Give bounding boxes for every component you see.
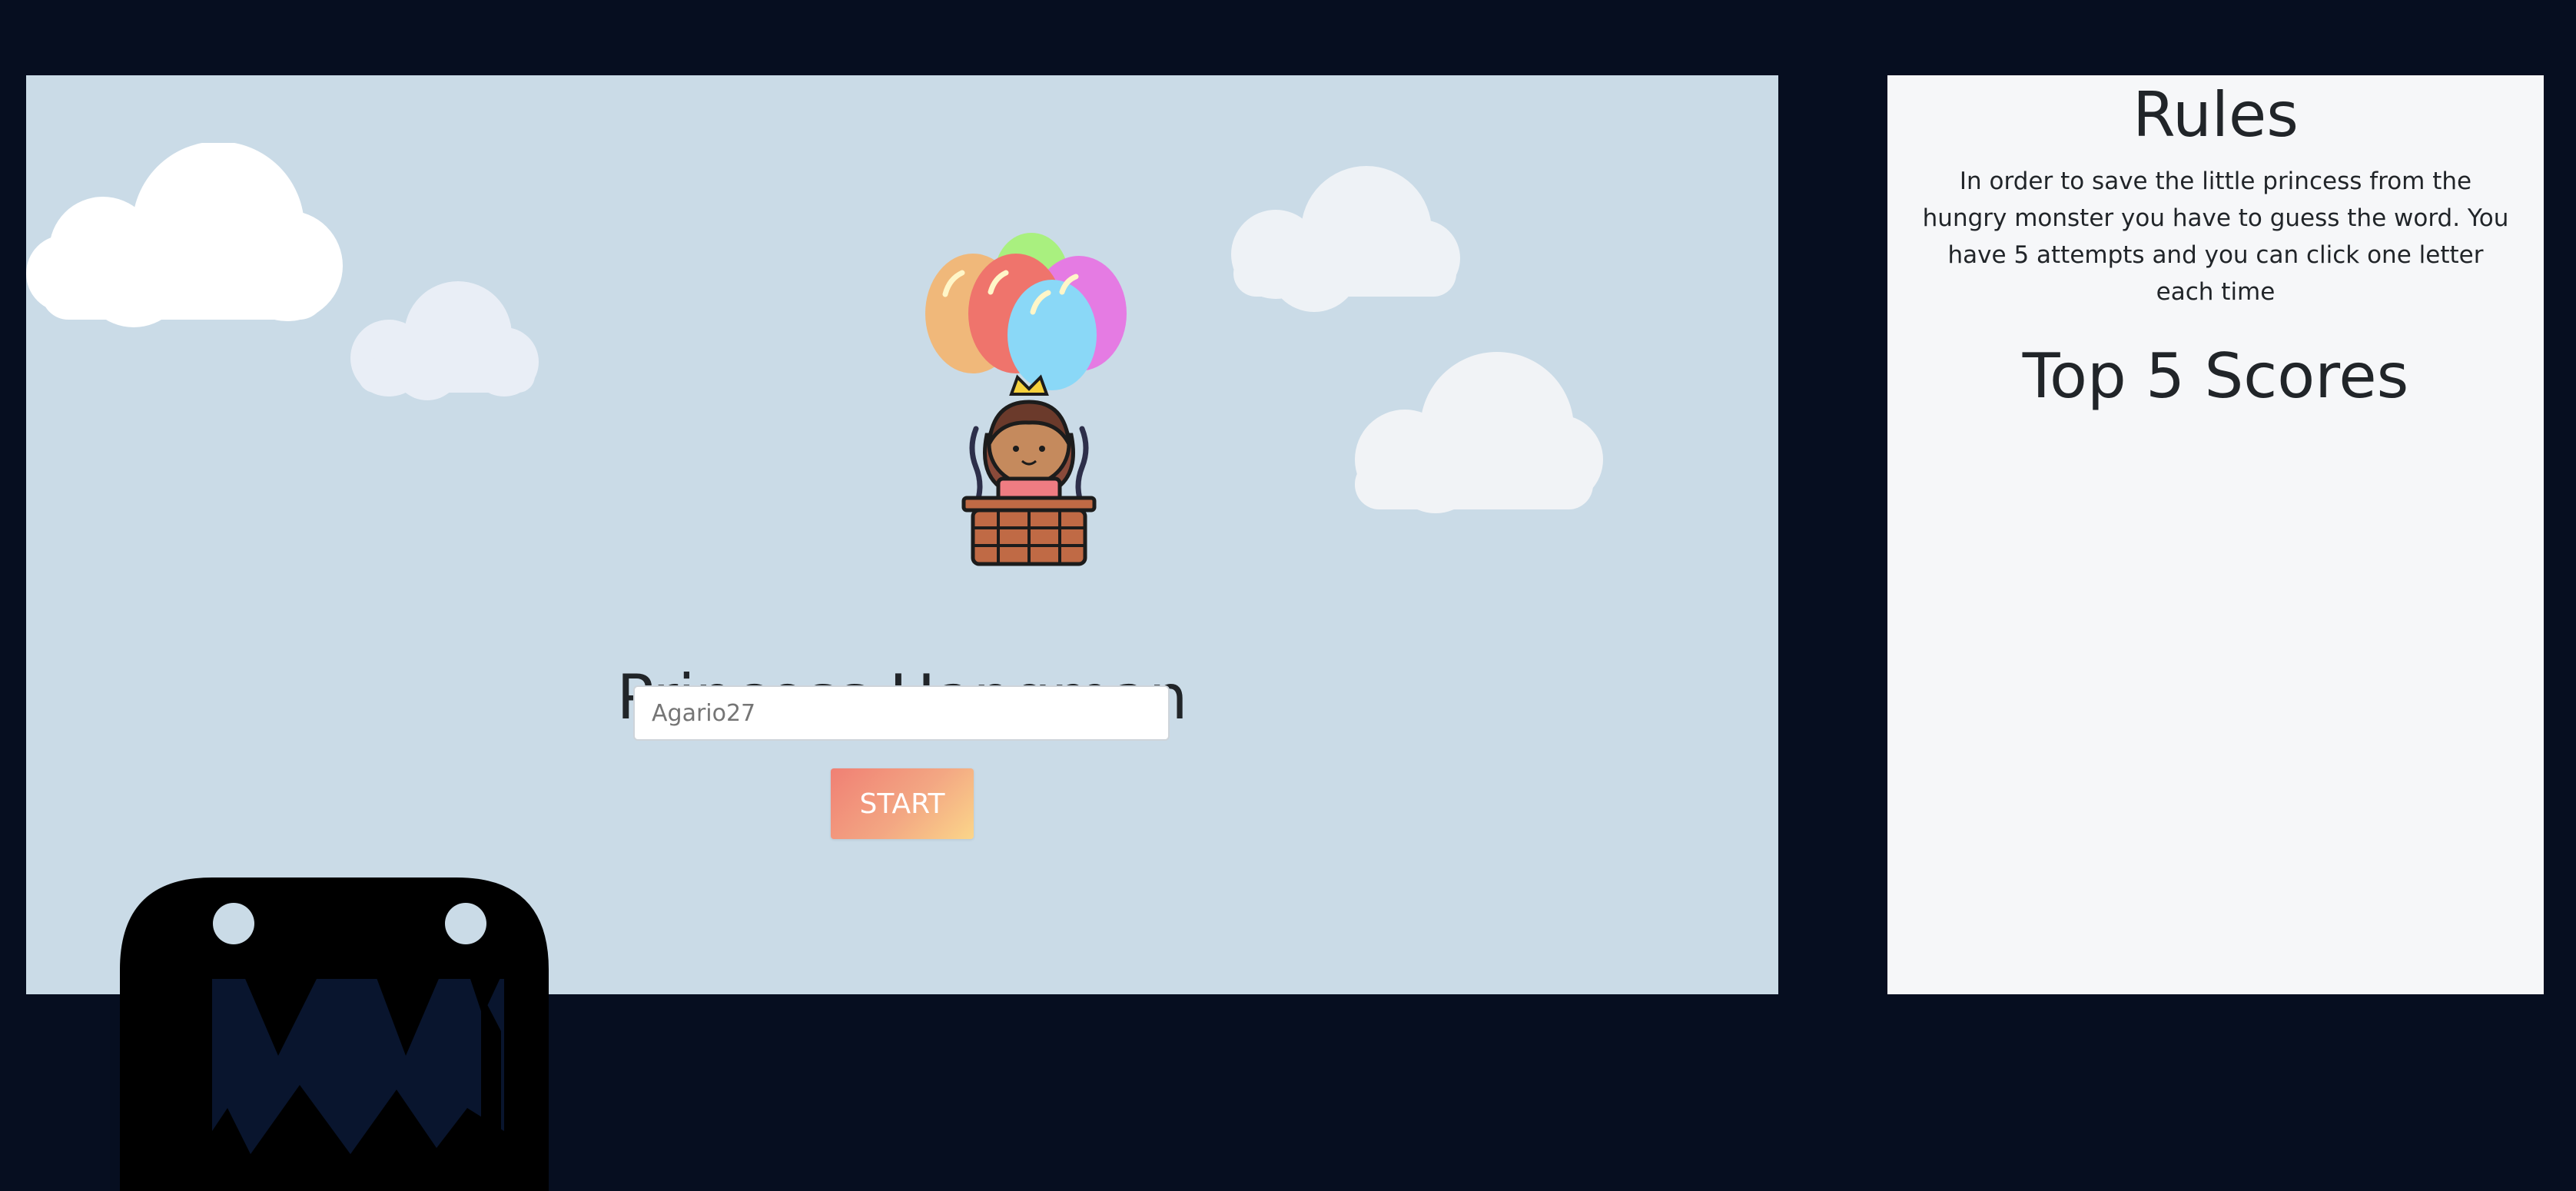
cloud-icon xyxy=(1355,352,1603,513)
start-button[interactable]: START xyxy=(831,768,974,839)
cloud-icon xyxy=(350,281,539,400)
rules-text: In order to save the little princess fro… xyxy=(1922,168,2509,306)
rules-title: Rules xyxy=(2133,79,2299,151)
player-name-input[interactable] xyxy=(633,685,1170,741)
monster-icon xyxy=(120,877,549,1191)
game-panel: Princess Hangman START xyxy=(26,75,1778,994)
princess-balloon-icon xyxy=(925,233,1127,566)
rules-panel: Rules In order to save the little prince… xyxy=(1887,75,2544,994)
cloud-icon xyxy=(1231,166,1460,312)
cloud-icon xyxy=(26,143,343,327)
scores-title: Top 5 Scores xyxy=(2022,340,2409,412)
